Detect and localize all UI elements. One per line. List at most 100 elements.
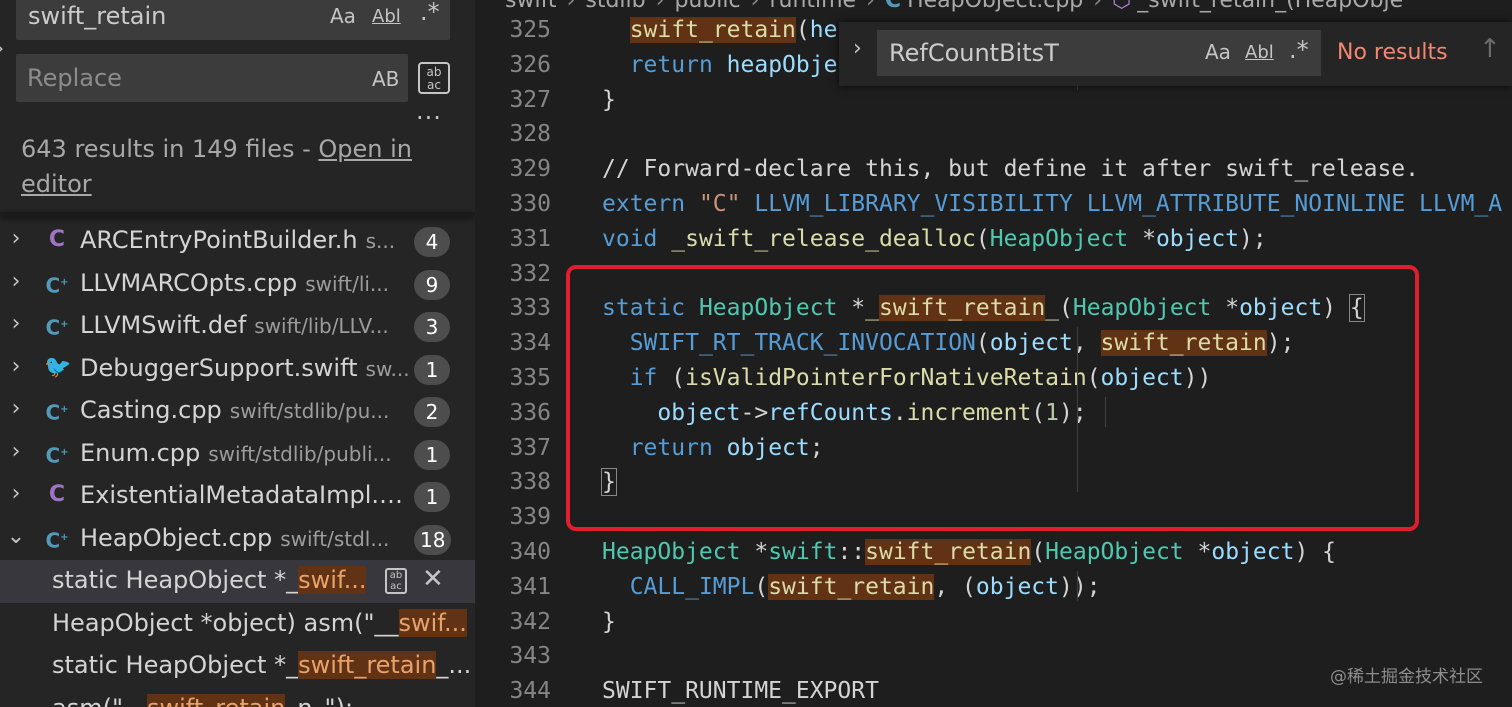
previous-match-icon[interactable]: ↑ [1479, 34, 1501, 64]
replace-match-icon[interactable]: ab ac [385, 568, 407, 594]
code-line: 340 HeapObject *swift::swift_retain(HeapO… [509, 538, 1336, 565]
find-match-case-icon[interactable]: Aa [1205, 40, 1231, 64]
match-count-badge: 1 [414, 354, 450, 385]
file-name: HeapObject.cpp swift/stdl... [80, 523, 390, 552]
indent-guide [1105, 397, 1106, 427]
find-widget: › RefCountBitsT Aa Abl .* No results ↑ [839, 22, 1512, 86]
find-status: No results [1337, 40, 1448, 65]
breadcrumb-item[interactable]: HeapObject.cpp [907, 0, 1083, 13]
match-count-badge: 18 [414, 524, 452, 555]
file-name: Enum.cpp swift/stdlib/publi... [80, 438, 392, 467]
chevron-down-icon[interactable]: ⌄ [6, 524, 26, 549]
code-line: 327} [509, 86, 616, 113]
code-area[interactable]: 325 swift_retain(he 326 return heapObje … [475, 13, 1512, 707]
code-line: 328 [509, 121, 551, 148]
code-line: 332 [509, 260, 551, 287]
results-summary: 643 results in 149 files - Open in edito… [21, 132, 441, 202]
file-result-row[interactable]: ⌄ C+ HeapObject.cpp swift/stdl... 18 [0, 518, 475, 561]
code-line: 334 SWIFT_RT_TRACK_INVOCATION(object, sw… [509, 330, 1295, 357]
file-result-row[interactable]: › C ExistentialMetadataImpl.h... 1 [0, 475, 475, 518]
results-count-text: 643 results in 149 files - [21, 135, 319, 163]
code-line: 336 object->refCounts.increment(1); [509, 399, 1087, 426]
replace-input[interactable]: Replace AB [16, 54, 408, 102]
cpp-file-icon: C+ [45, 443, 69, 468]
chevron-right-icon[interactable]: › [6, 269, 26, 294]
match-result-row[interactable]: asm("__swift_retain_n_"); [0, 688, 475, 707]
file-result-row[interactable]: › C+ LLVMSwift.def swift/lib/LLV... 3 [0, 305, 475, 348]
toggle-replace-chevron-icon[interactable]: › [853, 36, 862, 61]
chevron-right-icon[interactable]: › [6, 439, 26, 464]
find-input[interactable]: RefCountBitsT Aa Abl .* [877, 30, 1321, 76]
match-whole-word-icon[interactable]: Abl [372, 6, 401, 27]
cpp-file-icon: C+ [45, 273, 69, 298]
preserve-case-icon[interactable]: AB [372, 67, 399, 91]
file-result-row[interactable]: › C+ Enum.cpp swift/stdlib/publi... 1 [0, 433, 475, 476]
watermark: @稀土掘金技术社区 [1330, 667, 1483, 687]
breadcrumb-item[interactable]: runtime [769, 0, 856, 13]
swift-file-icon: 🐦 [44, 354, 72, 380]
file-result-row[interactable]: › C+ Casting.cpp swift/stdlib/pu... 2 [0, 390, 475, 433]
match-text: asm("__swift_retain_n_"); [52, 693, 472, 707]
match-count-badge: 1 [414, 439, 450, 470]
chevron-right-icon[interactable]: › [6, 226, 26, 251]
match-result-row[interactable]: HeapObject *object) asm("__swif... [0, 603, 475, 646]
code-line: 337 return object; [509, 434, 824, 461]
cpp-file-icon: C+ [45, 400, 69, 425]
chevron-right-icon[interactable]: › [6, 481, 26, 506]
more-options-icon[interactable]: ··· [416, 104, 442, 132]
breadcrumb-item[interactable]: public [674, 0, 740, 13]
results-tree: › C ARCEntryPointBuilder.h s... 4 › C+ LLVMARCO… [0, 220, 475, 707]
file-name: LLVMARCOpts.cpp swift/li... [80, 268, 390, 297]
cpp-file-icon: C [884, 0, 902, 13]
find-input-value: RefCountBitsT [889, 39, 1059, 67]
dismiss-match-icon[interactable]: ✕ [422, 564, 444, 594]
match-text: static HeapObject *_swift_retain_... [52, 651, 472, 679]
search-input-value: swift_retain [28, 2, 167, 30]
file-result-row[interactable]: › C ARCEntryPointBuilder.h s... 4 [0, 220, 475, 263]
file-name: Casting.cpp swift/stdlib/pu... [80, 396, 390, 424]
replace-placeholder: Replace [27, 64, 122, 92]
code-line: 338} [509, 468, 617, 497]
c-header-file-icon: C [48, 482, 66, 507]
match-result-row[interactable]: static HeapObject *_swif... ab ac ✕ [0, 560, 475, 603]
breadcrumb-separator-icon: › [1093, 0, 1103, 13]
indent-guide [1077, 571, 1078, 601]
match-count-badge: 3 [414, 312, 450, 342]
toggle-replace-icon[interactable]: › [0, 36, 4, 60]
breadcrumb-separator-icon: › [750, 0, 760, 13]
breadcrumb-separator-icon: › [655, 0, 665, 13]
file-result-row[interactable]: › 🐦 DebuggerSupport.swift sw... 1 [0, 348, 475, 391]
code-editor[interactable]: swift › stdlib › public › runtime › C HeapObject.… [475, 0, 1512, 707]
indent-guide [1077, 327, 1078, 492]
find-regex-icon[interactable]: .* [1289, 36, 1309, 64]
code-line: 341 CALL_IMPL(swift_retain, (object)); [509, 573, 1101, 600]
file-name: ARCEntryPointBuilder.h s... [80, 226, 396, 254]
chevron-right-icon[interactable]: › [6, 311, 26, 336]
code-line: 335 if (isValidPointerForNativeRetain(ob… [509, 364, 1212, 391]
breadcrumb-separator-icon: › [566, 0, 576, 13]
replace-all-icon[interactable]: ab ac [418, 62, 450, 94]
breadcrumb: swift › stdlib › public › runtime › C HeapObject.… [505, 0, 1403, 13]
sidebar-divider [0, 212, 475, 216]
code-line: 339 [509, 504, 551, 531]
match-text: static HeapObject *_swif... [52, 566, 367, 594]
code-line: 331 void _swift_release_dealloc(HeapObjec… [509, 225, 1267, 252]
regex-icon[interactable]: .* [420, 0, 440, 26]
chevron-right-icon[interactable]: › [6, 396, 26, 421]
file-result-row[interactable]: › C+ LLVMARCOpts.cpp swift/li... 9 [0, 263, 475, 306]
code-line: 333 static HeapObject *_swift_retain_(Hea… [509, 294, 1365, 323]
match-text: HeapObject *object) asm("__swif... [52, 608, 467, 637]
search-input[interactable]: swift_retain Aa Abl .* [16, 0, 450, 40]
breadcrumb-item[interactable]: stdlib [585, 0, 645, 13]
breadcrumb-item[interactable]: swift [505, 0, 557, 13]
match-case-icon[interactable]: Aa [330, 4, 356, 28]
breadcrumb-item[interactable]: _swift_retain_(HeapObje [1137, 0, 1403, 13]
match-count-badge: 9 [414, 269, 450, 300]
search-sidebar: › swift_retain Aa Abl .* Replace AB ab a… [0, 0, 475, 707]
match-result-row[interactable]: static HeapObject *_swift_retain_... [0, 645, 475, 688]
file-name: DebuggerSupport.swift sw... [80, 353, 410, 382]
code-line: 342} [509, 608, 616, 635]
find-whole-word-icon[interactable]: Abl [1245, 42, 1274, 63]
chevron-right-icon[interactable]: › [6, 354, 26, 379]
match-count-badge: 2 [414, 397, 450, 427]
